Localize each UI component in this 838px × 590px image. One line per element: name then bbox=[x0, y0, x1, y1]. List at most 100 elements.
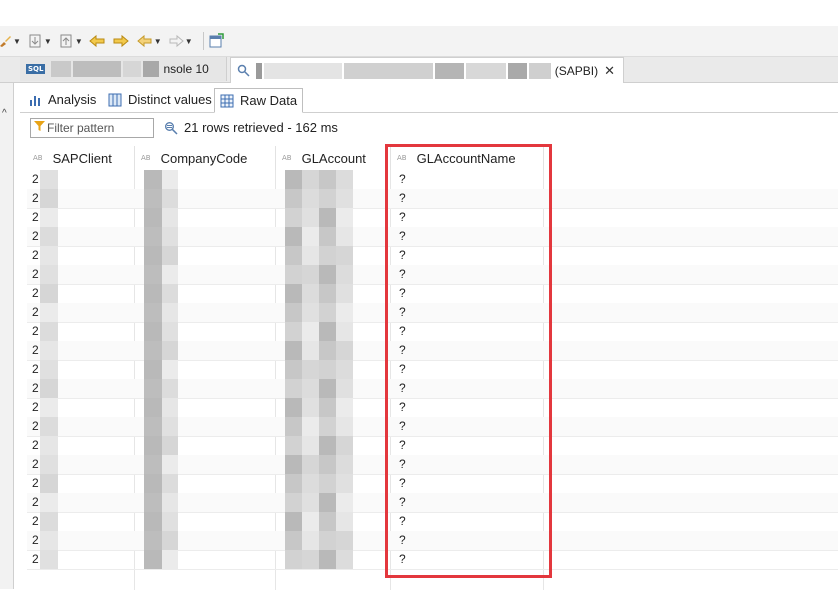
cell-glaccount[interactable] bbox=[277, 360, 389, 379]
cell-sapclient[interactable]: 2 bbox=[32, 170, 132, 189]
table-row[interactable]: 2? bbox=[27, 531, 838, 551]
cell-sapclient[interactable]: 2 bbox=[32, 341, 132, 360]
back-icon[interactable] bbox=[88, 31, 107, 51]
table-row[interactable]: 2? bbox=[27, 455, 838, 475]
nav-forward-icon[interactable] bbox=[168, 31, 184, 51]
cell-glaccountname[interactable]: ? bbox=[399, 191, 406, 205]
cell-sapclient[interactable]: 2 bbox=[32, 208, 132, 227]
table-row[interactable]: 2? bbox=[27, 265, 838, 285]
cell-glaccount[interactable] bbox=[277, 322, 389, 341]
cell-companycode[interactable] bbox=[136, 189, 274, 208]
cell-companycode[interactable] bbox=[136, 303, 274, 322]
cell-sapclient[interactable]: 2 bbox=[32, 246, 132, 265]
table-row[interactable]: 2? bbox=[27, 379, 838, 399]
cell-glaccountname[interactable]: ? bbox=[399, 381, 406, 395]
chevron-down-icon[interactable]: ▼ bbox=[185, 37, 193, 46]
cell-sapclient[interactable]: 2 bbox=[32, 322, 132, 341]
open-editor-icon[interactable] bbox=[208, 31, 224, 51]
table-row[interactable]: 2? bbox=[27, 474, 838, 494]
cell-glaccountname[interactable]: ? bbox=[399, 495, 406, 509]
chevron-down-icon[interactable]: ▼ bbox=[154, 37, 162, 46]
cell-glaccountname[interactable]: ? bbox=[399, 286, 406, 300]
tab-console[interactable]: SQL nsole 10 bbox=[20, 57, 227, 81]
cell-companycode[interactable] bbox=[136, 170, 274, 189]
table-row[interactable]: 2? bbox=[27, 208, 838, 228]
cell-sapclient[interactable]: 2 bbox=[32, 303, 132, 322]
cell-glaccount[interactable] bbox=[277, 265, 389, 284]
cell-sapclient[interactable]: 2 bbox=[32, 493, 132, 512]
cell-glaccountname[interactable]: ? bbox=[399, 267, 406, 281]
table-row[interactable]: 2? bbox=[27, 170, 838, 190]
cell-glaccountname[interactable]: ? bbox=[399, 229, 406, 243]
cell-glaccount[interactable] bbox=[277, 474, 389, 493]
table-row[interactable]: 2? bbox=[27, 303, 838, 323]
cell-companycode[interactable] bbox=[136, 512, 274, 531]
tab-raw-data[interactable]: Raw Data bbox=[214, 88, 304, 113]
table-row[interactable]: 2? bbox=[27, 341, 838, 361]
cell-glaccountname[interactable]: ? bbox=[399, 248, 406, 262]
cell-glaccount[interactable] bbox=[277, 512, 389, 531]
cell-companycode[interactable] bbox=[136, 341, 274, 360]
left-strip-collapse-icon[interactable]: ^ bbox=[2, 108, 7, 119]
table-row[interactable]: 2? bbox=[27, 360, 838, 380]
chevron-down-icon[interactable]: ▼ bbox=[13, 37, 21, 46]
cell-glaccount[interactable] bbox=[277, 189, 389, 208]
cell-companycode[interactable] bbox=[136, 284, 274, 303]
cell-glaccountname[interactable]: ? bbox=[399, 305, 406, 319]
cell-sapclient[interactable]: 2 bbox=[32, 227, 132, 246]
cell-sapclient[interactable]: 2 bbox=[32, 531, 132, 550]
table-row[interactable]: 2? bbox=[27, 417, 838, 437]
table-row[interactable]: 2? bbox=[27, 398, 838, 418]
nav-back-icon[interactable] bbox=[136, 31, 153, 51]
cell-glaccount[interactable] bbox=[277, 208, 389, 227]
cell-glaccountname[interactable]: ? bbox=[399, 343, 406, 357]
table-row[interactable]: 2? bbox=[27, 550, 838, 570]
cell-glaccountname[interactable]: ? bbox=[399, 362, 406, 376]
cell-companycode[interactable] bbox=[136, 493, 274, 512]
cell-glaccount[interactable] bbox=[277, 341, 389, 360]
cell-companycode[interactable] bbox=[136, 322, 274, 341]
cell-sapclient[interactable]: 2 bbox=[32, 512, 132, 531]
cell-glaccount[interactable] bbox=[277, 303, 389, 322]
cell-sapclient[interactable]: 2 bbox=[32, 550, 132, 569]
cell-glaccount[interactable] bbox=[277, 550, 389, 569]
cell-companycode[interactable] bbox=[136, 360, 274, 379]
table-row[interactable]: 2? bbox=[27, 493, 838, 513]
cell-glaccount[interactable] bbox=[277, 398, 389, 417]
table-row[interactable]: 2? bbox=[27, 512, 838, 532]
import-icon[interactable] bbox=[27, 31, 43, 51]
filter-pattern-input[interactable]: Filter pattern bbox=[30, 118, 154, 138]
cell-companycode[interactable] bbox=[136, 436, 274, 455]
cell-sapclient[interactable]: 2 bbox=[32, 455, 132, 474]
cell-glaccountname[interactable]: ? bbox=[399, 438, 406, 452]
cell-glaccountname[interactable]: ? bbox=[399, 210, 406, 224]
cell-glaccount[interactable] bbox=[277, 379, 389, 398]
table-row[interactable]: 2? bbox=[27, 189, 838, 209]
cell-sapclient[interactable]: 2 bbox=[32, 474, 132, 493]
cell-sapclient[interactable]: 2 bbox=[32, 417, 132, 436]
column-header-glaccount[interactable]: AB GLAccount bbox=[276, 146, 391, 170]
cell-sapclient[interactable]: 2 bbox=[32, 360, 132, 379]
cell-glaccountname[interactable]: ? bbox=[399, 457, 406, 471]
cell-companycode[interactable] bbox=[136, 227, 274, 246]
cell-sapclient[interactable]: 2 bbox=[32, 398, 132, 417]
cell-glaccount[interactable] bbox=[277, 436, 389, 455]
export-icon[interactable] bbox=[58, 31, 74, 51]
cell-companycode[interactable] bbox=[136, 417, 274, 436]
cell-glaccountname[interactable]: ? bbox=[399, 400, 406, 414]
cell-companycode[interactable] bbox=[136, 208, 274, 227]
cell-companycode[interactable] bbox=[136, 265, 274, 284]
cell-companycode[interactable] bbox=[136, 531, 274, 550]
cell-glaccount[interactable] bbox=[277, 227, 389, 246]
table-row[interactable]: 2? bbox=[27, 284, 838, 304]
cell-glaccountname[interactable]: ? bbox=[399, 419, 406, 433]
cell-sapclient[interactable]: 2 bbox=[32, 189, 132, 208]
cell-companycode[interactable] bbox=[136, 398, 274, 417]
cell-sapclient[interactable]: 2 bbox=[32, 379, 132, 398]
cell-companycode[interactable] bbox=[136, 550, 274, 569]
cell-companycode[interactable] bbox=[136, 246, 274, 265]
cell-companycode[interactable] bbox=[136, 455, 274, 474]
table-row[interactable]: 2? bbox=[27, 246, 838, 266]
cell-glaccountname[interactable]: ? bbox=[399, 552, 406, 566]
cell-glaccountname[interactable]: ? bbox=[399, 324, 406, 338]
